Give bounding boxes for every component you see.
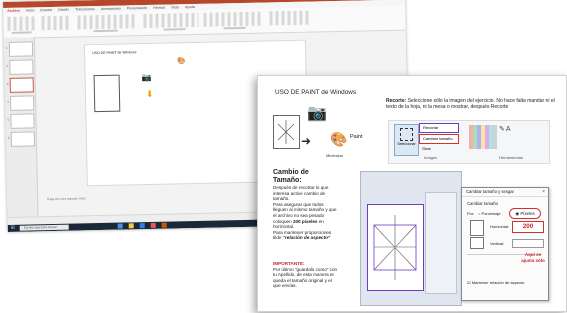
crop-button[interactable]: Recortar [419,123,459,133]
importante-note: IMPORTANTE: Por último “guardalo como” c… [273,261,339,289]
ribbon-group-clipboard[interactable] [7,16,36,31]
recorte-instruction: Recorte: Seleccione sólo la imagen del e… [386,98,556,110]
notes-placeholder[interactable]: Haga clic para agregar notas [47,196,86,201]
select-icon [400,128,413,141]
paint-ribbon: Seleccionar Recortar Cambiar tamaño Gira… [388,120,550,164]
slide-thumbnail[interactable]: 6 [8,131,36,147]
maintain-aspect-checkbox[interactable]: ☑ Mantener relación de aspecto [467,280,524,285]
resize-button[interactable]: Cambiar tamaño [419,134,459,144]
paint-canvas-screenshot [360,171,462,306]
cambio-heading: Cambio de Tamaño: [273,169,309,184]
cambio-text1: Después de recortar lo que interesa acti… [273,185,329,202]
aqui-note: Aquí se ajusta sólo [521,252,545,263]
taskbar-search-input[interactable]: Escribe aquí para buscar [19,224,69,231]
horizontal-label: Horizontal: [490,224,510,229]
slide-thumbnail-pane: 1 2 3 4 5 6 [3,37,39,218]
cambio-instructions: Cambio de Tamaño: Después de recortar lo… [273,169,339,241]
camera-icon: 📷 [141,72,152,83]
arrow-down-icon: ⬇ [145,88,154,100]
slide-thumbnail-selected[interactable]: 3 [7,77,34,93]
por-label: Por: [467,211,475,216]
slide-thumbnail[interactable]: 4 [7,95,35,111]
selected-image[interactable] [367,204,424,291]
ribbon-group-paragraph[interactable] [143,12,199,29]
ribbon-group-label [163,28,186,31]
slide-thumbnail[interactable]: 5 [7,113,35,129]
dialog-section-label: Cambiar tamaño [467,201,498,206]
pixels-radio[interactable]: ◉ Píxeles [509,208,541,219]
arrow-right-icon: ➜ [301,134,312,148]
color-palette[interactable] [469,125,497,149]
horizontal-input[interactable]: 200 [512,221,544,233]
paint-icon: 🎨 [177,58,187,66]
vertical-label: Vertical: [490,241,505,246]
image-group-label: Imagen [424,155,438,160]
taskbar-apps [117,222,167,229]
ribbon-group-label [11,31,32,34]
select-button[interactable]: Seleccionar [394,124,419,156]
ribbon-group-label [223,26,246,30]
drawing-thumbnail [93,74,121,113]
image-tools: Recortar Cambiar tamaño Girar [419,123,459,154]
tools-group-label: Herramientas [499,155,524,160]
task-view-icon[interactable] [117,223,123,229]
edge-icon[interactable] [139,223,145,229]
importante-heading: IMPORTANTE: [273,261,305,266]
horizontal-resize-icon [470,220,484,236]
ribbon-group-drawing[interactable] [203,11,264,27]
powerpoint-icon[interactable] [161,222,167,228]
rotate-button[interactable]: Girar [419,145,459,153]
importante-text: Por último “guardalo como” con tu Apelli… [273,266,338,289]
file-explorer-icon[interactable] [128,223,134,229]
cambio-highlight: 200 pixeles [292,218,318,224]
paint-label: Paint [350,134,363,140]
close-icon[interactable]: × [542,188,545,196]
minimizar-label: Minimizar [326,153,344,158]
paint-icon: 🎨 [330,131,348,147]
windows-start-icon[interactable]: ⊞ [11,225,15,231]
cambio-italic: “relación de aspecto” [282,235,331,241]
vertical-input[interactable] [512,239,544,248]
instruction-slide: USO DE PAINT de Windows Recorte: Selecci… [257,75,567,312]
drawing-thumbnail [273,115,300,149]
ribbon-group-label [93,29,118,33]
percentage-radio[interactable]: ○ Porcentaje [478,211,501,216]
camera-icon: 📷 [307,105,327,122]
chrome-icon[interactable] [150,222,156,228]
tools-icons[interactable]: ✎A [499,125,512,133]
vertical-resize-icon [470,237,484,249]
ribbon-group-editing[interactable] [269,10,310,26]
properties-panel [425,192,457,294]
ribbon-group-font[interactable] [77,14,138,30]
slide-thumbnail[interactable]: 2 [6,59,34,75]
resize-dialog: Cambiar tamaño y sesgar × Cambiar tamaño… [461,187,549,301]
slide-thumbnail[interactable]: 1 [6,41,34,57]
recorte-text: Seleccione sólo la imagen del ejercicio.… [386,98,555,110]
dialog-title: Cambiar tamaño y sesgar [462,188,548,197]
slide-title: USO DE PAINT de Windows [275,89,357,96]
slide-heading: USO DE PAINT de Windows [92,50,137,56]
ribbon-group-slides[interactable] [41,15,72,31]
